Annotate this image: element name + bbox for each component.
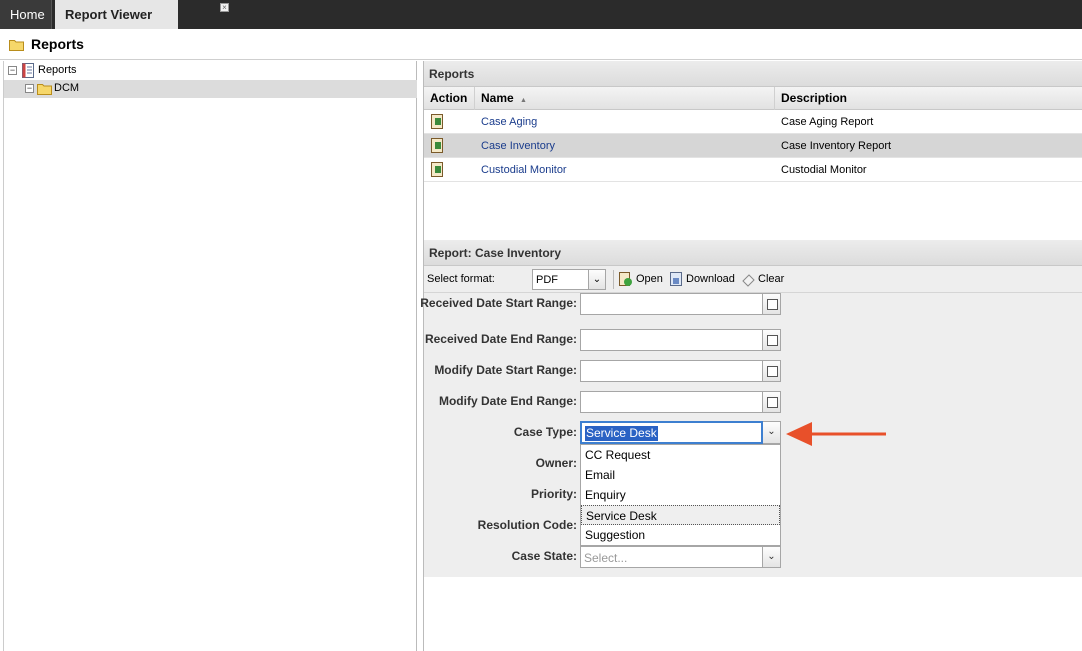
open-button-label: Open — [636, 273, 663, 285]
owner-label: Owner: — [535, 456, 577, 470]
report-name-link[interactable]: Case Aging — [481, 110, 537, 134]
run-report-icon[interactable] — [431, 162, 443, 177]
case-state-label: Case State: — [511, 549, 577, 563]
modify-date-end-label: Modify Date End Range: — [438, 394, 577, 408]
case-type-dropdown-list[interactable]: CC Request Email Enquiry Service Desk Su… — [580, 444, 781, 546]
modify-date-start-input[interactable] — [580, 360, 763, 382]
reports-panel: Reports Action Name ▲ Description Case A… — [420, 61, 1082, 651]
reports-panel-header: Reports — [424, 61, 1082, 87]
calendar-icon[interactable] — [763, 293, 781, 315]
tree-label-reports: Reports — [38, 64, 77, 76]
chevron-down-icon[interactable]: ⌄ — [763, 546, 781, 568]
column-header-description[interactable]: Description — [775, 87, 1082, 110]
annotation-arrow-icon — [786, 422, 886, 446]
column-header-name-label: Name — [481, 91, 514, 105]
column-header-action[interactable]: Action — [424, 87, 475, 110]
eraser-icon — [742, 274, 755, 287]
case-type-value: Service Desk — [585, 426, 658, 441]
dropdown-option[interactable]: Suggestion — [581, 525, 780, 545]
run-report-icon[interactable] — [431, 114, 443, 129]
report-form-header: Report: Case Inventory — [424, 240, 1082, 266]
received-date-end-input[interactable] — [580, 329, 763, 351]
tree-label-dcm: DCM — [54, 82, 80, 94]
received-date-start-label: Received Date Start Range: — [420, 296, 577, 310]
folder-icon — [9, 40, 24, 51]
case-state-combo[interactable]: Select... — [580, 546, 763, 568]
dropdown-option[interactable]: CC Request — [581, 445, 780, 465]
resolution-code-label: Resolution Code: — [477, 518, 577, 532]
report-toolbar: Select format: PDF ⌄ Open Download Clear — [424, 266, 1082, 293]
collapse-icon[interactable]: − — [25, 84, 34, 93]
folder-icon — [37, 84, 52, 95]
tab-bar: Home Report Viewer × — [0, 0, 1082, 29]
calendar-icon[interactable] — [763, 360, 781, 382]
table-row[interactable]: Case Inventory Case Inventory Report — [424, 134, 1082, 158]
received-date-start-input[interactable] — [580, 293, 763, 315]
case-state-placeholder: Select... — [584, 551, 628, 565]
collapse-icon[interactable]: − — [8, 66, 17, 75]
modify-date-end-input[interactable] — [580, 391, 763, 413]
format-select[interactable]: PDF — [532, 269, 589, 290]
report-description: Case Inventory Report — [781, 140, 892, 152]
table-row[interactable]: Custodial Monitor Custodial Monitor — [424, 158, 1082, 182]
modify-date-start-label: Modify Date Start Range: — [434, 363, 577, 377]
tree-node-reports[interactable]: − Reports — [4, 62, 417, 80]
download-icon — [670, 272, 682, 286]
dropdown-option[interactable]: Email — [581, 465, 780, 485]
chevron-down-icon[interactable]: ⌄ — [763, 421, 781, 444]
form-blank-area — [424, 577, 1082, 651]
dropdown-option-selected[interactable]: Service Desk — [581, 505, 780, 525]
case-type-combo[interactable]: Service Desk — [580, 421, 763, 444]
calendar-icon[interactable] — [763, 391, 781, 413]
column-header-name[interactable]: Name ▲ — [475, 87, 775, 110]
report-description: Case Aging Report — [781, 116, 874, 128]
tab-report-viewer[interactable]: Report Viewer × — [55, 0, 229, 29]
select-format-label: Select format: — [427, 273, 495, 285]
calendar-icon[interactable] — [763, 329, 781, 351]
sort-ascending-icon: ▲ — [520, 97, 527, 104]
close-icon[interactable]: × — [220, 3, 229, 12]
chevron-down-icon[interactable]: ⌄ — [589, 269, 606, 290]
download-button-label: Download — [686, 273, 735, 285]
table-row[interactable]: Case Aging Case Aging Report — [424, 110, 1082, 134]
tab-home[interactable]: Home — [0, 0, 52, 29]
reports-grid-header: Action Name ▲ Description — [424, 87, 1082, 110]
open-report-icon — [619, 272, 632, 286]
toolbar-divider — [613, 270, 614, 289]
tree-node-dcm[interactable]: − DCM — [4, 80, 417, 98]
report-tree-panel: − Reports − DCM — [3, 61, 417, 651]
dropdown-option[interactable]: Enquiry — [581, 485, 780, 505]
report-description: Custodial Monitor — [781, 164, 867, 176]
run-report-icon[interactable] — [431, 138, 443, 153]
case-type-label: Case Type: — [513, 425, 577, 439]
priority-label: Priority: — [530, 487, 577, 501]
page-title-bar: Reports — [0, 29, 1082, 60]
report-name-link[interactable]: Custodial Monitor — [481, 158, 567, 182]
report-name-link[interactable]: Case Inventory — [481, 134, 555, 158]
received-date-end-label: Received Date End Range: — [424, 332, 577, 346]
report-book-icon — [22, 63, 34, 78]
clear-button-label: Clear — [758, 273, 785, 285]
page-title: Reports — [31, 36, 84, 52]
format-select-value: PDF — [536, 274, 558, 286]
tab-report-viewer-label: Report Viewer — [65, 7, 153, 22]
